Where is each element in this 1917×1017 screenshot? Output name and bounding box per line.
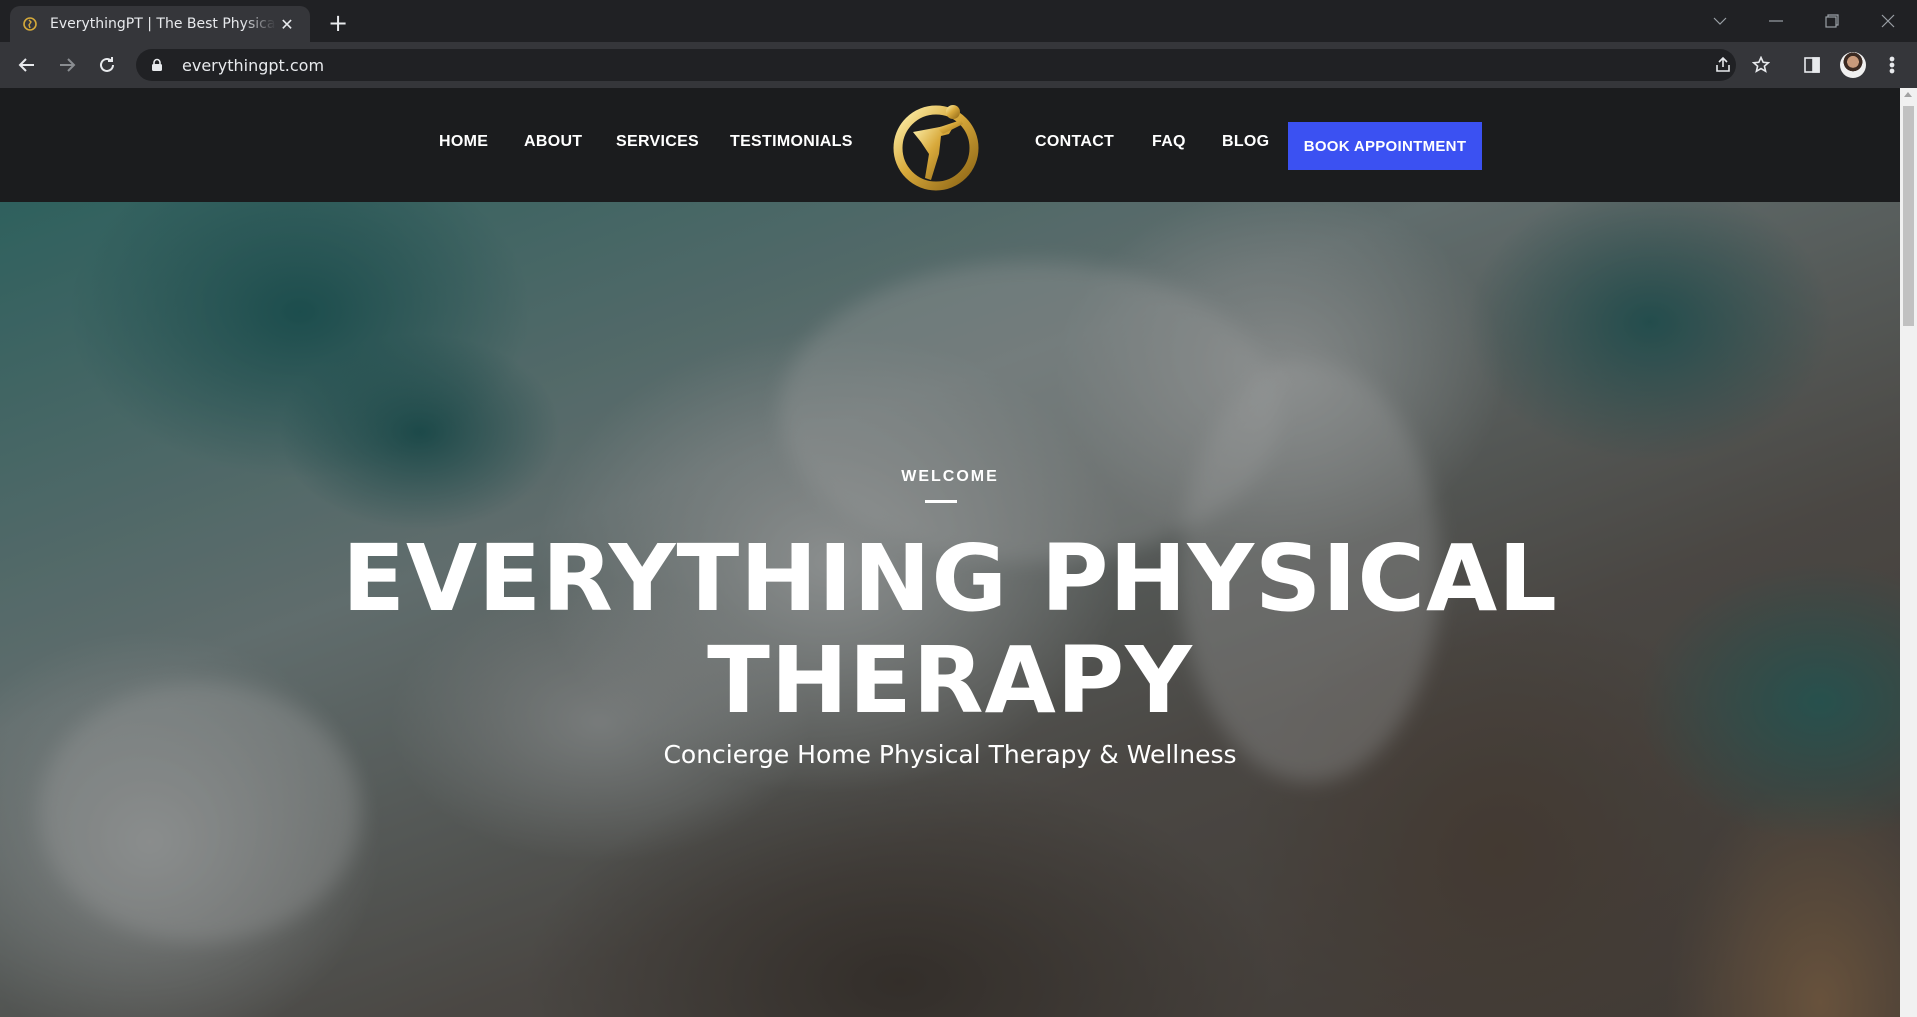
book-appointment-button[interactable]: BOOK APPOINTMENT <box>1288 122 1482 170</box>
site-favicon-icon <box>23 17 37 31</box>
tab-strip: EverythingPT | The Best Physical Therapy… <box>0 0 1917 42</box>
back-icon[interactable] <box>12 50 42 80</box>
nav-faq[interactable]: FAQ <box>1152 133 1186 151</box>
reload-icon[interactable] <box>92 50 122 80</box>
hero-eyebrow: WELCOME <box>901 468 999 485</box>
nav-about[interactable]: ABOUT <box>524 133 582 151</box>
hero-title: EVERYTHING PHYSICAL THERAPY <box>0 528 1900 732</box>
eyebrow-underline <box>925 500 957 503</box>
site-header: HOME ABOUT SERVICES TESTIMONIALS CONTACT… <box>0 88 1900 202</box>
url-text: everythingpt.com <box>182 55 325 75</box>
close-tab-icon[interactable]: ✕ <box>276 13 298 35</box>
bookmark-star-icon[interactable] <box>1746 50 1776 80</box>
page-scrollbar[interactable] <box>1900 88 1917 1017</box>
address-bar[interactable]: everythingpt.com <box>136 49 1736 81</box>
hero-subtitle: Concierge Home Physical Therapy & Wellne… <box>663 740 1237 769</box>
new-tab-icon[interactable]: + <box>324 9 352 37</box>
nav-contact[interactable]: CONTACT <box>1035 133 1114 151</box>
close-window-icon[interactable] <box>1860 0 1916 42</box>
forward-icon[interactable] <box>52 50 82 80</box>
site-logo[interactable] <box>891 98 981 192</box>
profile-avatar[interactable] <box>1840 52 1866 78</box>
tab-search-icon[interactable] <box>1692 0 1748 42</box>
hero-title-line1: EVERYTHING PHYSICAL <box>342 525 1558 632</box>
nav-testimonials[interactable]: TESTIMONIALS <box>730 133 853 151</box>
browser-tab[interactable]: EverythingPT | The Best Physical Therapy… <box>10 6 310 42</box>
page-viewport: HOME ABOUT SERVICES TESTIMONIALS CONTACT… <box>0 88 1900 1017</box>
share-icon[interactable] <box>1708 50 1738 80</box>
minimize-icon[interactable] <box>1748 0 1804 42</box>
nav-blog[interactable]: BLOG <box>1222 133 1269 151</box>
tab-title: EverythingPT | The Best Physical Therapy <box>50 16 276 32</box>
restore-icon[interactable] <box>1804 0 1860 42</box>
browser-menu-icon[interactable] <box>1877 50 1907 80</box>
hero-title-line2: THERAPY <box>707 627 1193 734</box>
lock-icon <box>152 58 162 71</box>
nav-home[interactable]: HOME <box>439 133 488 151</box>
side-panel-icon[interactable] <box>1797 50 1827 80</box>
scroll-up-arrow-icon[interactable] <box>1904 92 1912 97</box>
nav-services[interactable]: SERVICES <box>616 133 699 151</box>
scrollbar-thumb[interactable] <box>1903 106 1914 326</box>
browser-toolbar: everythingpt.com <box>0 42 1917 88</box>
